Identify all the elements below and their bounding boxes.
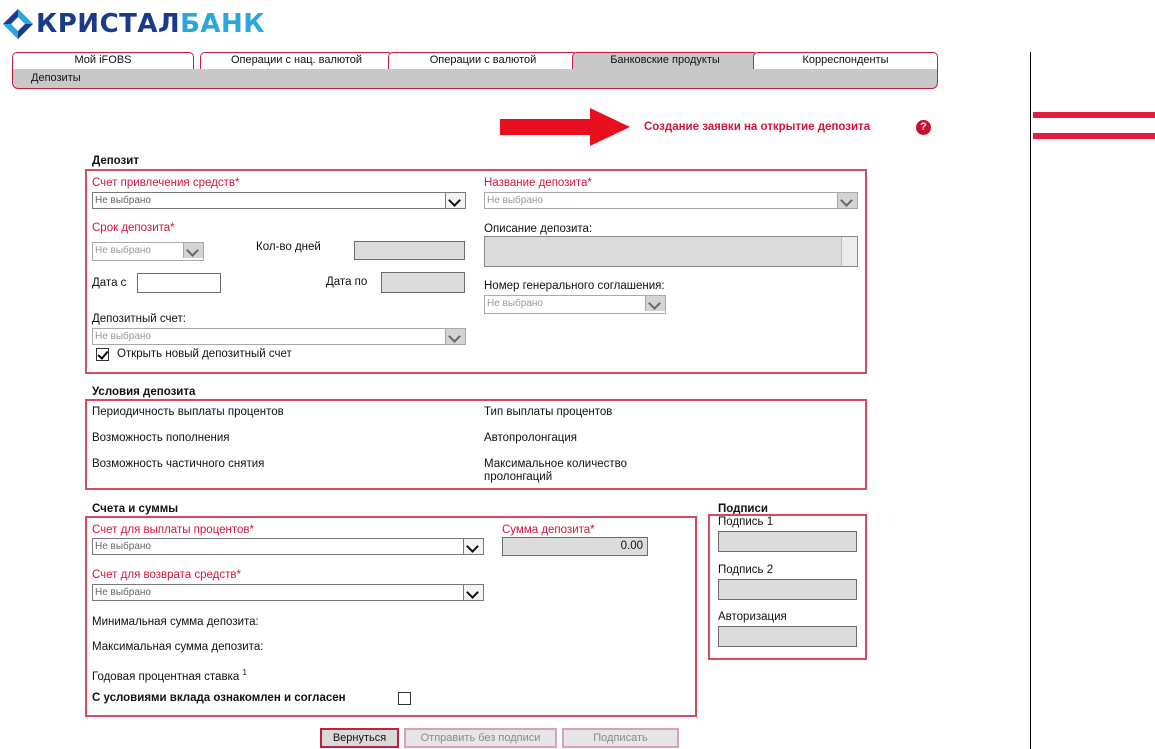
interest-account-select[interactable]: Не выбрано (92, 538, 484, 555)
tab-correspondents[interactable]: Корреспонденты (753, 52, 938, 69)
funding-account-value: Не выбрано (95, 195, 151, 206)
signature-2-label: Подпись 2 (718, 564, 774, 576)
logo-text: КРИСТАЛБАНК (36, 8, 265, 40)
deposit-name-select[interactable]: Не выбрано (484, 192, 858, 209)
logo-text-part2: БАНК (180, 9, 266, 39)
chevron-down-icon[interactable] (183, 243, 203, 258)
rate-footnote: 1 (242, 668, 247, 677)
min-sum-label: Минимальная сумма депозита: (92, 616, 259, 628)
required-mark: * (587, 177, 592, 189)
return-account-select[interactable]: Не выбрано (92, 584, 484, 601)
signature-2-field (718, 579, 857, 600)
agree-checkbox[interactable] (398, 692, 411, 705)
tab-my-ifobs[interactable]: Мой iFOBS (12, 52, 194, 69)
logo-mark-icon (3, 9, 33, 39)
deposit-name-value: Не выбрано (487, 195, 543, 206)
days-field[interactable] (354, 241, 465, 260)
date-from-field[interactable] (137, 273, 221, 293)
interest-frequency-label: Периодичность выплаты процентов (92, 406, 284, 418)
tab-national-currency[interactable]: Операции с нац. валютой (200, 52, 393, 69)
agreement-value: Не выбрано (487, 298, 543, 309)
term-label: Срок депозита* (92, 222, 175, 234)
decor-stripe (1033, 112, 1155, 118)
interest-account-label-text: Счет для выплаты процентов (92, 524, 250, 536)
agreement-select[interactable]: Не выбрано (484, 295, 666, 314)
return-account-value: Не выбрано (95, 587, 151, 598)
deposit-account-select[interactable]: Не выбрано (92, 328, 466, 345)
interest-type-label: Тип выплаты процентов (484, 406, 613, 418)
chevron-down-icon[interactable] (445, 193, 465, 208)
deposit-account-label: Депозитный счет: (92, 313, 186, 325)
section-title-deposit: Депозит (92, 155, 139, 167)
funding-account-select[interactable]: Не выбрано (92, 192, 466, 209)
scrollbar[interactable] (841, 237, 857, 266)
chevron-down-icon[interactable] (645, 296, 665, 311)
section-title-conditions: Условия депозита (92, 386, 196, 398)
tab-bank-products[interactable]: Банковские продукты (572, 52, 758, 69)
return-account-label: Счет для возврата средств* (92, 569, 241, 581)
help-icon[interactable]: ? (916, 120, 931, 135)
deposit-sum-label-text: Сумма депозита (502, 524, 591, 536)
date-to-field[interactable] (381, 272, 465, 293)
required-mark: * (170, 222, 175, 234)
deposit-name-label: Название депозита* (484, 177, 592, 189)
description-textarea[interactable] (484, 236, 858, 267)
deposit-sum-label: Сумма депозита* (502, 524, 595, 536)
max-prolong-label-line2: пролонгаций (484, 471, 553, 483)
term-value: Не выбрано (95, 245, 151, 256)
agree-label: С условиями вклада ознакомлен и согласен (92, 692, 346, 704)
rate-label: Годовая процентная ставка 1 (92, 668, 247, 683)
deposit-account-value: Не выбрано (95, 331, 151, 342)
days-label: Кол-во дней (256, 241, 321, 253)
funding-account-label-text: Счет привлечения средств (92, 177, 235, 189)
logo-text-part1: КРИСТАЛ (36, 9, 181, 39)
interest-account-label: Счет для выплаты процентов* (92, 524, 254, 536)
arrow-head-icon (590, 108, 630, 146)
description-label: Описание депозита: (484, 223, 593, 235)
required-mark: * (236, 569, 241, 581)
subnav-bar: Депозиты (12, 69, 938, 89)
replenishment-label: Возможность пополнения (92, 432, 230, 444)
chevron-down-icon[interactable] (463, 585, 483, 600)
date-from-label: Дата с (92, 277, 127, 289)
open-new-account-checkbox[interactable] (96, 348, 109, 361)
deposit-name-label-text: Название депозита (484, 177, 588, 189)
funding-account-label: Счет привлечения средств* (92, 177, 239, 189)
rate-label-text: Годовая процентная ставка (92, 670, 240, 683)
section-title-accounts: Счета и суммы (92, 503, 179, 515)
authorization-label: Авторизация (718, 611, 787, 623)
subnav-deposits[interactable]: Депозиты (31, 72, 81, 84)
sign-button[interactable]: Подписать (562, 728, 679, 748)
max-prolong-label-line1: Максимальное количество (484, 458, 627, 470)
chevron-down-icon[interactable] (463, 539, 483, 554)
term-select[interactable]: Не выбрано (92, 242, 204, 261)
open-new-account-label: Открыть новый депозитный счет (117, 348, 292, 360)
chevron-down-icon[interactable] (445, 329, 465, 344)
arrow-icon (500, 119, 592, 135)
send-unsigned-button[interactable]: Отправить без подписи (404, 728, 557, 748)
auto-prolong-label: Автопролонгация (484, 432, 577, 444)
signature-1-field (718, 531, 857, 552)
interest-account-value: Не выбрано (95, 541, 151, 552)
chevron-down-icon[interactable] (837, 193, 857, 208)
bank-logo: КРИСТАЛБАНК (2, 8, 265, 40)
required-mark: * (234, 177, 240, 189)
deposit-sum-field[interactable]: 0.00 (502, 537, 648, 556)
authorization-field (718, 626, 857, 647)
page-title: Создание заявки на открытие депозита (644, 121, 871, 133)
partial-withdrawal-label: Возможность частичного снятия (92, 458, 265, 470)
return-account-label-text: Счет для возврата средств (92, 569, 237, 581)
term-label-text: Срок депозита (92, 222, 171, 234)
main-tabs: Мой iFOBS Операции с нац. валютой Операц… (12, 52, 938, 69)
date-to-label: Дата по (326, 276, 368, 288)
back-button[interactable]: Вернуться (320, 728, 399, 748)
signature-1-label: Подпись 1 (718, 516, 774, 528)
page-divider (1030, 52, 1031, 749)
agreement-label: Номер генерального соглашения: (484, 280, 665, 292)
required-mark: * (249, 524, 255, 536)
decor-stripe (1033, 133, 1155, 139)
required-mark: * (590, 524, 595, 536)
max-sum-label: Максимальная сумма депозита: (92, 641, 264, 653)
tab-foreign-currency[interactable]: Операции с валютой (388, 52, 578, 69)
